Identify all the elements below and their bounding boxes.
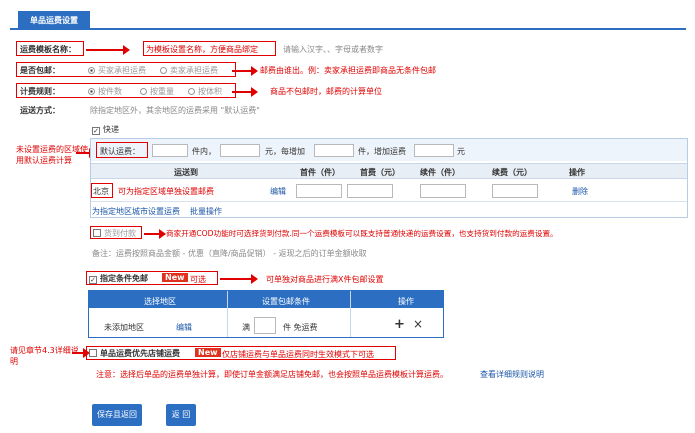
store-priority-notice: 注意：选择后单品的运费单独计算，即使订单金额满足店铺免邮，也会按照单品运费模板计… [96, 370, 448, 379]
annotation-arrow [232, 66, 258, 76]
delivery-desc: 除指定地区外，其余地区的运费采用 "默认运费" [90, 106, 260, 115]
radio-icon[interactable] [88, 88, 95, 95]
pricing-option-volume[interactable]: 按体积 [188, 86, 222, 97]
back-button[interactable]: 返 回 [166, 404, 196, 426]
default-fee-label: 默认运费： [100, 147, 140, 156]
default-fee-text-1: 件内， [192, 147, 216, 156]
remove-icon[interactable]: × [413, 317, 423, 331]
set-region-fee-link[interactable]: 为指定地区城市设置运费 [92, 206, 180, 217]
radio-icon[interactable] [188, 88, 195, 95]
default-fee-extra-count-input[interactable] [314, 144, 354, 157]
col-divider [350, 291, 351, 337]
region-cell: 北京 [93, 187, 109, 196]
annotation-arrow [76, 148, 96, 158]
new-badge: New [162, 273, 188, 282]
col-header: 选择地区 [144, 297, 176, 306]
row-divider [91, 201, 687, 202]
col-divider [227, 291, 228, 337]
extra-price-input[interactable] [492, 184, 538, 198]
pricing-option-weight[interactable]: 按重量 [140, 86, 174, 97]
checkbox-icon[interactable] [93, 229, 101, 237]
radio-icon[interactable] [140, 88, 147, 95]
free-condition-optional: 可选 [190, 275, 206, 284]
default-fee-text-3: 件，增加运费 [358, 147, 406, 156]
delivery-label: 运送方式： [20, 106, 60, 115]
row-delete-link[interactable]: 删除 [572, 186, 588, 197]
add-icon[interactable]: + [394, 317, 405, 332]
radio-icon[interactable] [160, 67, 167, 74]
free-condition-count-input[interactable] [254, 317, 276, 334]
tab-bar [10, 8, 686, 30]
free-shipping-annotation: 邮费由谁出。例：卖家承担运费即商品无条件包邮 [260, 66, 436, 75]
annotation-arrow [144, 229, 166, 239]
template-name-input-highlight [143, 41, 276, 56]
col-header: 操作 [569, 168, 585, 177]
free-region-edit-link[interactable]: 编辑 [176, 322, 192, 333]
col-header: 首费（元） [360, 168, 400, 177]
default-fee-side-annotation: 未设置运费的区域使用默认运费计算 [16, 145, 88, 165]
first-price-input[interactable] [347, 184, 393, 198]
pricing-rule-annotation: 商品不包邮时，邮费的计算单位 [270, 87, 382, 96]
new-badge: New [195, 348, 221, 357]
col-header: 操作 [398, 297, 414, 306]
save-and-return-button[interactable]: 保存且返回 [92, 404, 142, 426]
annotation-arrow [232, 87, 258, 97]
pricing-rule-label: 计费规则： [20, 87, 60, 96]
default-fee-first-count-input[interactable] [152, 144, 188, 157]
annotation-arrow [72, 348, 90, 358]
first-count-input[interactable] [296, 184, 342, 198]
store-priority-optional-note: 仅店铺运费与单品运费同时生效模式下可选 [222, 350, 374, 359]
checkbox-icon[interactable] [89, 349, 97, 357]
cond-prefix: 满 [242, 323, 250, 332]
default-fee-first-price-input[interactable] [220, 144, 260, 157]
col-header: 运送到 [174, 168, 198, 177]
col-header: 首件（件） [300, 168, 340, 177]
col-header: 续件（件） [420, 168, 460, 177]
express-checkbox[interactable]: ✓ 快递 [92, 124, 119, 135]
delivery-note: 备注：运费按照商品金额 - 优惠（直降/商品促销） - 返现之后的订单金额收取 [92, 249, 367, 258]
template-name-label: 运费模板名称： [20, 45, 76, 54]
free-condition-annotation: 可单独对商品进行满X件包邮设置 [266, 275, 384, 284]
store-priority-side-annotation: 请见章节4.3详细说明 [10, 346, 79, 366]
region-annotation: 可为指定区域单独设置邮费 [118, 187, 214, 196]
free-shipping-label: 是否包邮： [20, 66, 60, 75]
annotation-arrow [220, 274, 258, 284]
free-shipping-option-buyer[interactable]: 买家承担运费 [88, 65, 146, 76]
region-cell: 未添加地区 [104, 323, 144, 332]
free-condition-checkbox[interactable]: ✓ 指定条件免邮 [89, 273, 148, 284]
default-fee-extra-price-input[interactable] [414, 144, 454, 157]
cond-suffix: 件 免运费 [283, 323, 318, 332]
extra-count-input[interactable] [420, 184, 466, 198]
radio-icon[interactable] [88, 67, 95, 74]
checkbox-icon[interactable]: ✓ [89, 276, 97, 284]
cod-annotation: 商家开通COD功能时可选择货到付款.同一个运费模板可以既支持普通快递的运费设置，… [166, 229, 558, 238]
default-fee-text-4: 元 [457, 147, 465, 156]
default-fee-text-2: 元，每增加 [265, 147, 305, 156]
region-edit-link[interactable]: 编辑 [270, 186, 286, 197]
annotation-arrow [86, 45, 130, 55]
free-shipping-option-seller[interactable]: 卖家承担运费 [160, 65, 218, 76]
cod-checkbox[interactable]: 货到付款 [93, 228, 136, 239]
tab-single-item-shipping[interactable]: 单品运费设置 [18, 11, 90, 30]
template-name-hint: 请输入汉字、、字母或者数字 [283, 45, 383, 54]
col-header: 设置包邮条件 [262, 297, 310, 306]
batch-operation-link[interactable]: 批量操作 [190, 206, 222, 217]
checkbox-icon[interactable]: ✓ [92, 127, 100, 135]
col-header: 续费（元） [492, 168, 532, 177]
store-priority-checkbox[interactable]: 单品运费优先店铺运费 [89, 348, 180, 359]
pricing-option-piece[interactable]: 按件数 [88, 86, 122, 97]
view-rules-link[interactable]: 查看详细规则说明 [480, 369, 544, 380]
